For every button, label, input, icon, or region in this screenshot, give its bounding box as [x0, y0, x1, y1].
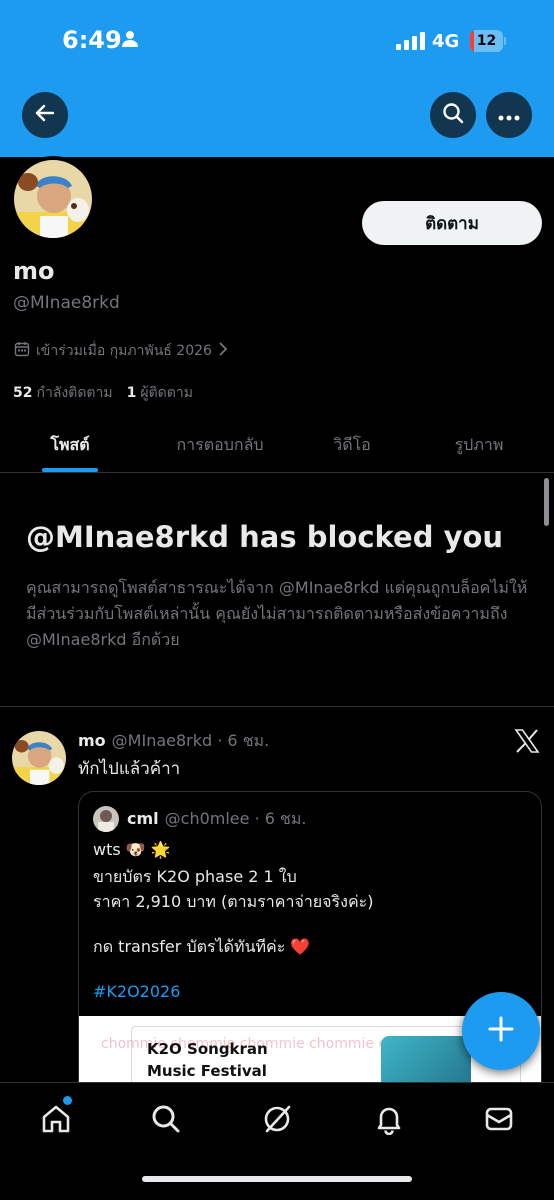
home-notification-dot: [63, 1096, 72, 1105]
profile-handle: @MInae8rkd: [13, 293, 120, 313]
following-count: 52: [13, 385, 33, 401]
followers-label: ผู้ติดตาม: [140, 385, 193, 401]
following-label: กำลังติดตาม: [36, 385, 113, 401]
quoted-line: กด transfer บัตรได้ทันทีค่ะ ❤️: [93, 937, 311, 956]
tab-replies[interactable]: การตอบกลับ: [140, 418, 300, 473]
tab-videos[interactable]: วิดีโอ: [300, 418, 404, 473]
nav-search[interactable]: [146, 1101, 186, 1141]
blocked-title: @MInae8rkd has blocked you: [26, 520, 504, 554]
quoted-line: ราคา 2,910 บาท (ตามราคาจ่ายจริงค่ะ): [93, 892, 374, 911]
grok-icon: [261, 1103, 293, 1139]
search-button[interactable]: [430, 92, 476, 138]
follow-button[interactable]: ติดตาม: [362, 201, 542, 245]
active-tab-indicator: [42, 468, 98, 472]
post-meta: @MInae8rkd · 6 ชม.: [111, 731, 270, 750]
followers-count: 1: [126, 385, 137, 401]
post-avatar[interactable]: [12, 731, 66, 785]
status-time: 6:49: [62, 26, 122, 54]
post-author-name[interactable]: mo: [78, 731, 106, 750]
search-icon: [150, 1103, 182, 1139]
blocked-description: คุณสามารถดูโพสต์สาธารณะได้จาก @MInae8rkd…: [26, 578, 528, 649]
nav-home[interactable]: [36, 1101, 76, 1141]
network-type: 4G: [432, 31, 460, 52]
nav-grok[interactable]: [257, 1101, 297, 1141]
status-bar: 6:49 4G 12: [0, 0, 554, 80]
quoted-line: ขายบัตร K2O phase 2 1 ใบ: [93, 867, 297, 886]
person-icon: [122, 30, 138, 52]
home-icon: [40, 1103, 72, 1139]
profile-tabs: โพสต์ การตอบกลับ วิดีโอ รูปภาพ: [0, 418, 554, 473]
nav-notifications[interactable]: [369, 1101, 409, 1141]
back-arrow-icon: [34, 102, 56, 128]
quoted-avatar: [93, 806, 119, 832]
chevron-right-icon: [218, 342, 228, 360]
post-header: mo @MInae8rkd · 6 ชม.: [78, 729, 269, 754]
quoted-author-name: cml: [127, 809, 159, 828]
search-icon: [442, 102, 464, 128]
profile-display-name: mo: [13, 257, 55, 285]
more-icon: [498, 106, 520, 125]
signal-icon: [396, 32, 426, 54]
messages-icon: [483, 1103, 515, 1139]
event-title-line2: Music Festival: [147, 1062, 267, 1080]
nav-messages[interactable]: [479, 1101, 519, 1141]
back-button[interactable]: [22, 92, 68, 138]
notifications-icon: [373, 1103, 405, 1139]
profile-avatar[interactable]: [10, 156, 96, 242]
compose-button[interactable]: [462, 992, 540, 1070]
x-logo-icon[interactable]: [514, 728, 540, 754]
hashtag-link[interactable]: #K2O2026: [93, 982, 180, 1001]
calendar-icon: [14, 341, 30, 361]
home-indicator[interactable]: [142, 1176, 412, 1182]
more-button[interactable]: [486, 92, 532, 138]
joined-label: เข้าร่วมเมื่อ กุมภาพันธ์ 2026: [36, 343, 212, 359]
post-text: ทักไปแล้วค้าา: [78, 759, 181, 779]
followers-link[interactable]: 1 ผู้ติดตาม: [127, 382, 193, 404]
divider: [0, 706, 554, 707]
follow-stats: 52 กำลังติดตาม 1 ผู้ติดตาม: [13, 382, 193, 404]
following-link[interactable]: 52 กำลังติดตาม: [13, 382, 113, 404]
event-title-line1: K2O Songkran: [147, 1040, 268, 1058]
tab-posts[interactable]: โพสต์: [0, 418, 140, 473]
battery-icon: 12: [470, 30, 506, 52]
scrollbar[interactable]: [544, 478, 549, 526]
plus-icon: [487, 1015, 515, 1047]
quoted-meta: @ch0mlee · 6 ชม.: [164, 809, 307, 828]
joined-date[interactable]: เข้าร่วมเมื่อ กุมภาพันธ์ 2026: [14, 340, 228, 362]
quoted-post[interactable]: cml @ch0mlee · 6 ชม. wts 🐶 🌟 ขายบัตร K2O …: [78, 791, 542, 1131]
bottom-nav: [0, 1082, 554, 1200]
quoted-header: cml @ch0mlee · 6 ชม.: [127, 807, 307, 832]
battery-percent: 12: [476, 33, 497, 49]
tab-photos[interactable]: รูปภาพ: [404, 418, 554, 473]
quoted-line: wts 🐶 🌟: [93, 840, 171, 859]
